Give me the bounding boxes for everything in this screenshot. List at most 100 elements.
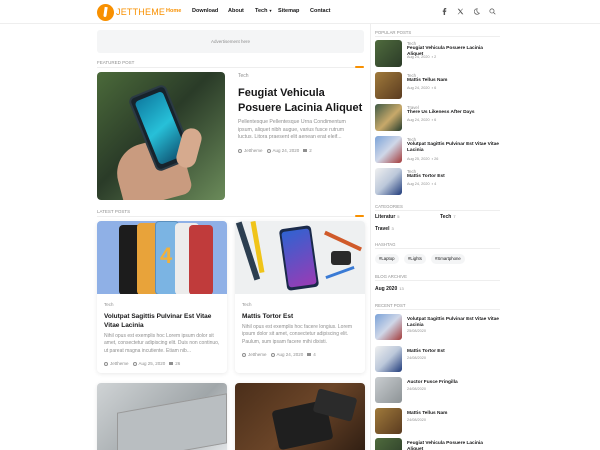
post-card[interactable] (235, 383, 365, 450)
archive-title: BLOG ARCHIVE (375, 274, 407, 279)
popular-post-title[interactable]: Mattis Tortor Est (407, 174, 500, 180)
popular-post-thumb[interactable] (375, 168, 402, 195)
post-date: Aug 24, 2020 (276, 352, 304, 357)
popular-divider (375, 36, 500, 37)
hashtag-chip[interactable]: #Smartphone (431, 254, 465, 264)
comment-count: 2 (309, 148, 312, 153)
clock-icon (266, 148, 271, 153)
twitter-icon[interactable] (457, 8, 464, 15)
post-card-image[interactable]: 4 (97, 221, 227, 294)
header-icons (432, 8, 496, 15)
category-item[interactable]: Travel 3 (375, 226, 394, 232)
popular-post-meta: Aug 24, 2020 ▪ 4 (407, 182, 437, 186)
post-card[interactable] (97, 383, 227, 450)
recent-post-title[interactable]: Auctor Fusce Fringilla (407, 380, 500, 386)
recent-post-thumb[interactable] (375, 408, 402, 434)
recent-post-title[interactable]: Volutpat Sagittis Pulvinar Est Vitae Vit… (407, 317, 500, 329)
categories-divider (375, 210, 500, 211)
nav-item-sitemap[interactable]: Sitemap (278, 8, 299, 14)
site-logo[interactable]: JETTHEME (97, 3, 165, 21)
recent-post-date: 24/08/2020 (407, 356, 427, 360)
nav-item-download[interactable]: Download (192, 8, 218, 14)
recent-post-date: 24/08/2020 (407, 387, 427, 391)
nav-item-about[interactable]: About (228, 8, 244, 14)
popular-post-thumb[interactable] (375, 136, 402, 163)
post-card-title[interactable]: Volutpat Sagittis Pulvinar Est Vitae Vit… (104, 312, 222, 330)
recent-post-thumb[interactable] (375, 346, 402, 372)
recent-post-title[interactable]: Mattis Tortor Est (407, 349, 500, 355)
nav-item-tech[interactable]: Tech ▾ (255, 8, 271, 14)
comment-icon (169, 362, 174, 365)
recent-post-item[interactable]: Auctor Fusce Fringilla 24/08/2020 (375, 377, 500, 403)
post-card[interactable]: Tech Mattis Tortor Est Nihil opus est ex… (235, 221, 365, 373)
nav-item-home[interactable]: Home (166, 8, 181, 14)
site-header: JETTHEME Home Download About Tech ▾ Sitem… (0, 0, 600, 24)
recent-post-item[interactable]: Mattis Tortor Est 24/08/2020 (375, 346, 500, 372)
author-icon (238, 148, 242, 153)
clock-icon (270, 352, 275, 357)
recent-divider (375, 309, 500, 310)
popular-post-item[interactable]: Tech Feugiat Vehicula Posuere Lacinia Al… (375, 40, 500, 68)
recent-post-date: 25/08/2020 (407, 329, 427, 333)
popular-post-title[interactable]: Mattis Tellus Nam (407, 78, 500, 84)
post-author[interactable]: Jettheme (110, 361, 129, 366)
post-date: Aug 24, 2020 (272, 148, 300, 153)
popular-post-thumb[interactable] (375, 72, 402, 99)
post-card-image[interactable] (235, 221, 365, 294)
post-card-category[interactable]: Tech (104, 302, 114, 307)
popular-post-item[interactable]: Tech Volutpat Sagittis Pulvinar Est Vita… (375, 136, 500, 164)
advertisement-box[interactable]: Advertisement here (97, 30, 364, 53)
post-card-image[interactable] (97, 383, 227, 450)
post-card-title[interactable]: Mattis Tortor Est (242, 312, 360, 321)
featured-post-category[interactable]: Tech (238, 73, 249, 79)
theme-toggle-icon[interactable] (473, 8, 480, 15)
author-icon (242, 352, 246, 357)
recent-post-title[interactable]: Mattis Tellus Nam (407, 411, 500, 417)
archive-item[interactable]: Aug 2020 13 (375, 286, 404, 292)
recent-post-thumb[interactable] (375, 314, 402, 340)
popular-post-item[interactable]: Tech Mattis Tortor Est Aug 24, 2020 ▪ 4 (375, 168, 500, 196)
post-date: Aug 25, 2020 (138, 361, 166, 366)
comment-count: 26 (175, 361, 181, 366)
popular-post-meta: Aug 24, 2020 ▪ 2 (407, 55, 437, 59)
featured-post-snippet: Pellentesque Pellentesque Urna Condiment… (238, 119, 346, 141)
hashtag-chip[interactable]: #Lights (404, 254, 426, 264)
recent-post-thumb[interactable] (375, 377, 402, 403)
recent-post-title[interactable]: Feugiat Vehicula Posuere Lacinia Aliquet (407, 441, 500, 450)
recent-post-item[interactable]: Feugiat Vehicula Posuere Lacinia Aliquet (375, 438, 500, 450)
popular-post-title[interactable]: Volutpat Sagittis Pulvinar Est Vitae Vit… (407, 142, 500, 154)
category-item[interactable]: Tech 7 (440, 214, 456, 220)
hashtag-chip[interactable]: #Laptop (375, 254, 399, 264)
popular-post-thumb[interactable] (375, 104, 402, 131)
latest-divider (97, 215, 364, 217)
hashtags-divider (375, 248, 500, 249)
nav-item-contact[interactable]: Contact (310, 8, 330, 14)
recent-post-item[interactable]: Volutpat Sagittis Pulvinar Est Vitae Vit… (375, 314, 500, 340)
search-icon[interactable] (489, 8, 496, 15)
popular-post-item[interactable]: Tech Mattis Tellus Nam Aug 24, 2020 ▪ 6 (375, 72, 500, 100)
featured-post-image[interactable] (97, 72, 225, 200)
featured-post-title[interactable]: Feugiat Vehicula Posuere Lacinia Aliquet (238, 86, 364, 116)
recent-post-thumb[interactable] (375, 438, 402, 450)
comment-icon (307, 353, 312, 356)
popular-post-title[interactable]: There Us Likeness After Days (407, 110, 500, 116)
popular-post-thumb[interactable] (375, 40, 402, 67)
post-card-image[interactable] (235, 383, 365, 450)
author-icon (104, 361, 108, 366)
logo-icon (97, 3, 114, 21)
chevron-down-icon: ▾ (269, 8, 272, 13)
post-author[interactable]: Jettheme (248, 352, 267, 357)
clock-icon (132, 361, 137, 366)
featured-section-title: FEATURED POST (97, 60, 135, 65)
popular-post-meta: Aug 24, 2020 ▪ 6 (407, 118, 437, 122)
post-author[interactable]: Jettheme (244, 148, 263, 153)
recent-post-item[interactable]: Mattis Tellus Nam 24/08/2020 (375, 408, 500, 434)
facebook-icon[interactable] (441, 8, 448, 15)
popular-post-item[interactable]: Travel There Us Likeness After Days Aug … (375, 104, 500, 132)
post-card-meta: Jettheme Aug 25, 2020 26 (104, 361, 180, 366)
category-item[interactable]: Literatur 5 (375, 214, 400, 220)
recent-post-date: 24/08/2020 (407, 418, 427, 422)
featured-divider (97, 66, 364, 68)
post-card-category[interactable]: Tech (242, 302, 252, 307)
post-card[interactable]: 4 Tech Volutpat Sagittis Pulvinar Est Vi… (97, 221, 227, 373)
